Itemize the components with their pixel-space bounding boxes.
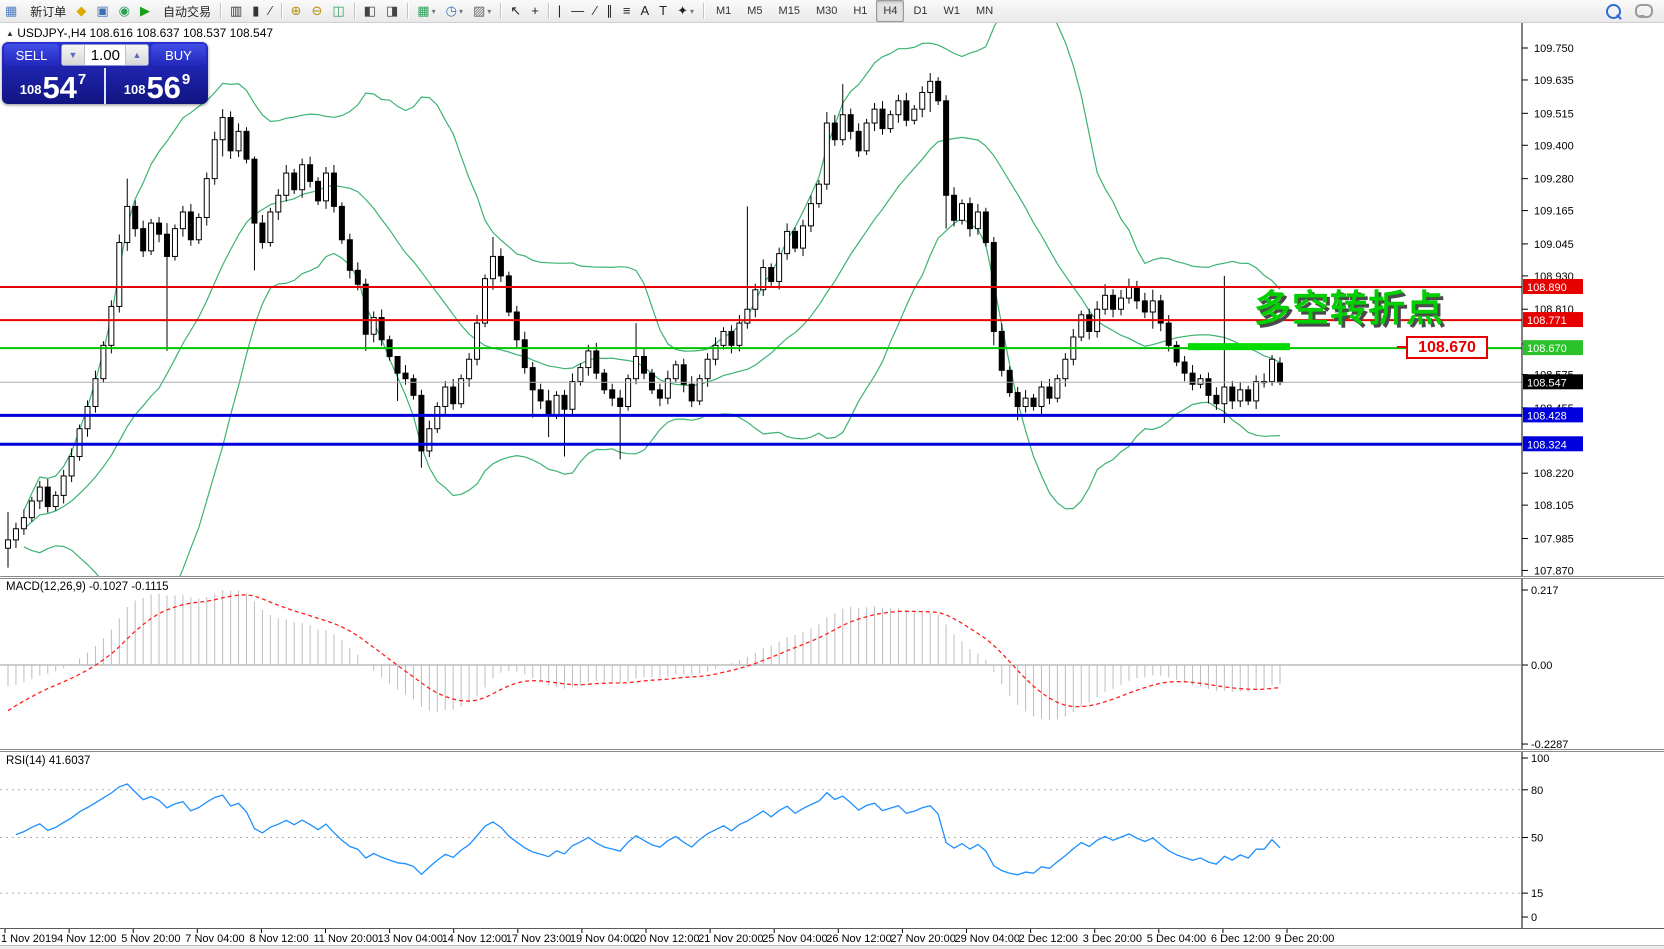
price-level-label: 108.547 [1527, 377, 1567, 389]
price-tick-label: 108.220 [1534, 468, 1574, 480]
time-tick-label: 17 Nov 23:00 [506, 933, 571, 945]
time-tick-label: 9 Dec 20:00 [1275, 933, 1334, 945]
time-tick-label: 11 Nov 20:00 [314, 933, 379, 945]
rsi-axis-label: 0 [1531, 912, 1537, 924]
time-tick-label: 5 Nov 20:00 [121, 933, 180, 945]
time-tick-label: 7 Nov 04:00 [185, 933, 244, 945]
rsi-indicator-label: RSI(14) 41.6037 [6, 755, 90, 767]
volume-input[interactable] [85, 45, 125, 65]
buy-button[interactable]: BUY [151, 44, 206, 66]
time-tick-label: 4 Nov 12:00 [57, 933, 116, 945]
macd-axis-label: 0.00 [1531, 660, 1552, 672]
time-tick-label: 8 Nov 12:00 [249, 933, 308, 945]
chart-title: ▲ USDJPY-,H4 108.616 108.637 108.537 108… [6, 26, 273, 40]
price-tick-label: 109.750 [1534, 43, 1574, 55]
time-tick-label: 3 Dec 20:00 [1083, 933, 1142, 945]
chart-canvas: 109.750 109.635 109.515 109.400 109.280 109.1… [0, 0, 1664, 949]
sell-price[interactable]: 108 54 7 [2, 68, 104, 104]
price-level-label: 108.771 [1527, 315, 1567, 327]
buy-price-prefix: 108 [124, 82, 146, 97]
buy-price-main: 56 [146, 74, 180, 101]
time-tick-label: 26 Nov 12:00 [826, 933, 891, 945]
sell-price-pip: 7 [78, 71, 86, 88]
time-tick-label: 20 Nov 12:00 [634, 933, 699, 945]
price-level-label: 108.670 [1527, 343, 1567, 355]
time-tick-label: 27 Nov 20:00 [890, 933, 955, 945]
rsi-axis-label: 100 [1531, 753, 1549, 765]
mt4-window: ▦新订单◆▣◉▶自动交易▥▮∕⊕⊖◫◧◨▦▾◷▾▨▾↖+|—∕∥≡AT✦▾M1M… [0, 0, 1664, 949]
rsi-axis-label: 50 [1531, 833, 1543, 845]
price-tick-label: 107.985 [1534, 533, 1574, 545]
time-tick-label: 19 Nov 04:00 [570, 933, 635, 945]
price-tag-108-670[interactable]: 108.670 [1406, 336, 1488, 359]
volume-increase-button[interactable]: ▲ [125, 45, 148, 65]
price-level-label: 108.890 [1527, 282, 1567, 294]
price-tick-label: 107.870 [1534, 565, 1574, 577]
price-level-label: 108.324 [1527, 439, 1567, 451]
time-tick-label: 13 Nov 04:00 [378, 933, 443, 945]
ohlc-values: 108.616 108.637 108.537 108.547 [90, 26, 274, 40]
price-tick-label: 109.280 [1534, 174, 1574, 186]
price-tick-label: 108.105 [1534, 500, 1574, 512]
price-tick-label: 109.515 [1534, 108, 1574, 120]
sell-button[interactable]: SELL [4, 44, 59, 66]
rsi-axis-label: 80 [1531, 785, 1543, 797]
volume-box: ▼ ▲ [61, 44, 149, 66]
macd-indicator-label: MACD(12,26,9) -0.1027 -0.1115 [6, 581, 169, 593]
time-tick-label: 21 Nov 20:00 [698, 933, 763, 945]
sell-price-main: 54 [42, 74, 76, 101]
time-tick-label: 1 Nov 2019 [1, 933, 57, 945]
price-tick-label: 109.400 [1534, 140, 1574, 152]
time-tick-label: 14 Nov 12:00 [442, 933, 507, 945]
time-tick-label: 6 Dec 12:00 [1211, 933, 1270, 945]
symbol-period-label: USDJPY-,H4 [17, 26, 86, 40]
rsi-axis-label: 15 [1531, 888, 1543, 900]
buy-price[interactable]: 108 56 9 [104, 68, 208, 104]
sell-price-prefix: 108 [20, 82, 42, 97]
price-tick-label: 109.165 [1534, 206, 1574, 218]
thick-support-segment[interactable] [1188, 343, 1290, 350]
time-tick-label: 29 Nov 04:00 [955, 933, 1020, 945]
macd-axis-label: 0.217 [1531, 585, 1559, 597]
chart-area: 109.750 109.635 109.515 109.400 109.280 109.1… [0, 0, 1664, 949]
price-level-label: 108.428 [1527, 410, 1567, 422]
collapse-marker-icon[interactable]: ▲ [6, 29, 14, 38]
volume-decrease-button[interactable]: ▼ [62, 45, 85, 65]
price-tick-label: 109.045 [1534, 239, 1574, 251]
price-tick-label: 109.635 [1534, 75, 1574, 87]
time-tick-label: 5 Dec 04:00 [1147, 933, 1206, 945]
time-tick-label: 25 Nov 04:00 [762, 933, 827, 945]
price-tag-leader-line [1397, 346, 1406, 348]
one-click-trading-panel: SELL ▼ ▲ BUY 108 54 7 108 56 9 [2, 42, 208, 104]
buy-price-pip: 9 [182, 71, 190, 88]
time-tick-label: 2 Dec 12:00 [1019, 933, 1078, 945]
chart-text-annotation: 多空转折点 [1254, 278, 1444, 332]
